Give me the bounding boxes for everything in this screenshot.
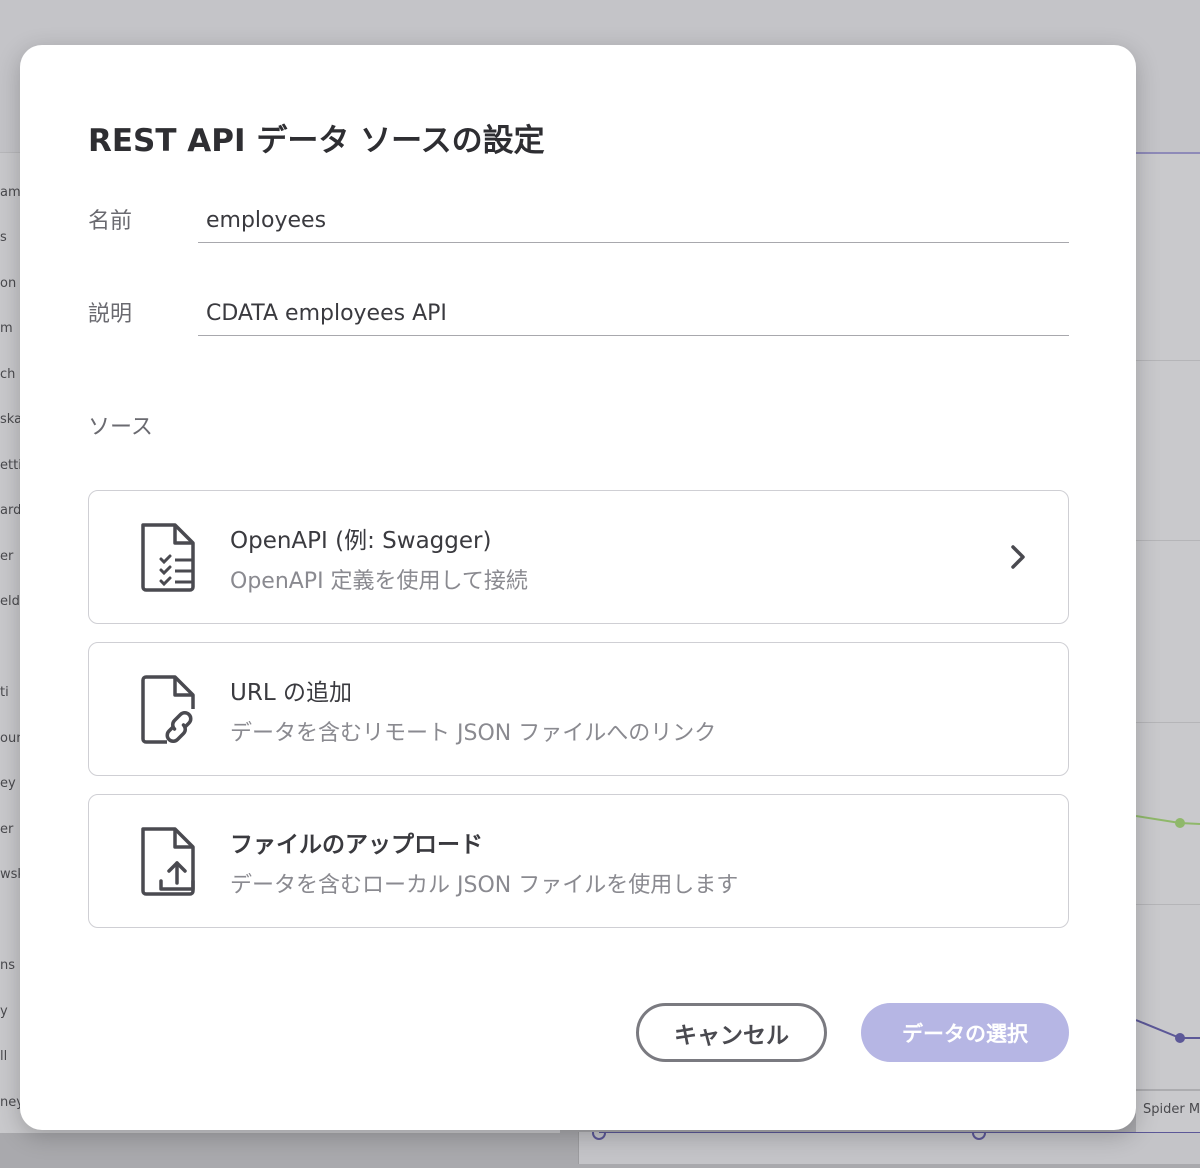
name-label: 名前 [88,209,133,234]
upload-source-option[interactable]: ファイルのアップロード データを含むローカル JSON ファイルを使用します [88,794,1069,928]
url-option-subtitle: データを含むリモート JSON ファイルへのリンク [230,721,717,746]
background-list-item: ard [0,503,22,518]
background-list-item: ska [0,412,22,427]
document-upload-icon [141,827,195,896]
openapi-option-subtitle: OpenAPI 定義を使用して接続 [230,569,528,594]
cancel-button[interactable]: キャンセル [636,1003,827,1062]
chart-point [592,1126,606,1140]
description-input[interactable] [198,292,1069,336]
background-list-item: oun [0,731,22,746]
background-list-item: y [0,1004,8,1019]
chart-series-line [1136,815,1200,825]
openapi-option-title: OpenAPI (例: Swagger) [230,528,492,554]
chart-series-line [1136,1019,1200,1039]
background-gridline [1136,360,1200,361]
background-list-item: s [0,230,7,245]
background-bottom-bar [578,1126,1200,1164]
background-list-item: wsk [0,867,22,882]
url-option-title: URL の追加 [230,680,352,706]
background-gridline [1136,540,1200,541]
source-section-label: ソース [88,415,153,440]
name-input[interactable] [198,199,1069,243]
background-list-item: er [0,549,14,564]
background-list-item: ey [0,776,16,791]
description-label: 説明 [88,302,133,327]
upload-option-title: ファイルのアップロード [230,832,483,858]
background-list-item: ch [0,367,16,382]
background-list-item: eld [0,594,20,609]
background-list-item: er [0,822,14,837]
chart-point [1175,818,1185,828]
rest-api-datasource-dialog: REST API データ ソースの設定 名前 説明 ソース OpenAPI (例… [20,45,1136,1130]
chart-point [972,1126,986,1140]
background-line-chart [1136,815,1200,1091]
chevron-right-icon [1011,545,1025,569]
upload-option-subtitle: データを含むローカル JSON ファイルを使用します [230,873,739,898]
document-checklist-icon [141,523,195,592]
background-gridline [1136,722,1200,723]
background-bottom-chart [592,1126,1200,1140]
chart-point [1175,1033,1185,1043]
background-list-item: ti [0,685,9,700]
url-source-option[interactable]: URL の追加 データを含むリモート JSON ファイルへのリンク [88,642,1069,776]
background-list-item: ns [0,958,16,973]
select-data-button[interactable]: データの選択 [861,1003,1069,1062]
background-list-item: m [0,321,13,336]
background-chart-label: Spider M [1143,1102,1200,1117]
background-list-item: ll [0,1049,8,1064]
document-link-icon [141,675,195,744]
background-list-item: on [0,276,17,291]
dialog-title: REST API データ ソースの設定 [88,123,545,159]
background-list-item: etti [0,458,22,473]
background-list-item: ame [0,185,22,200]
background-list-item: ney [0,1095,22,1110]
openapi-source-option[interactable]: OpenAPI (例: Swagger) OpenAPI 定義を使用して接続 [88,490,1069,624]
